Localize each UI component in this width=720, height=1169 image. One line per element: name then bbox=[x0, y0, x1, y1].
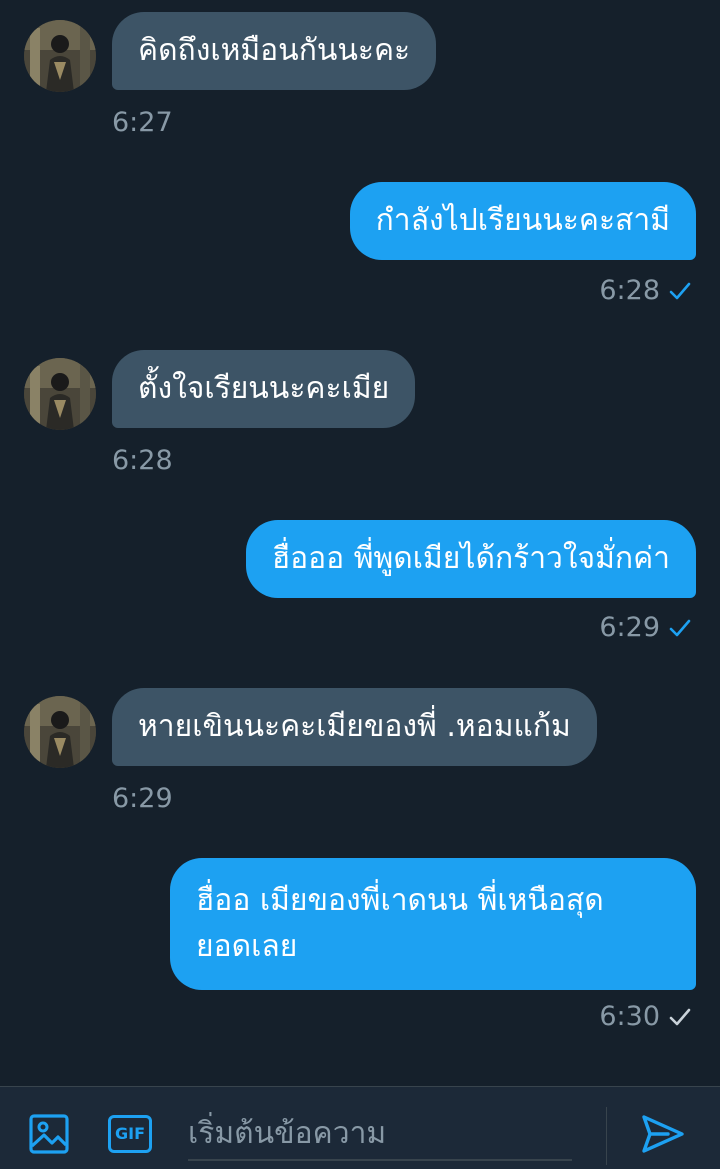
message-meta: 6:30 bbox=[599, 1000, 692, 1034]
gif-button[interactable]: GIF bbox=[108, 1115, 152, 1153]
message-timestamp: 6:27 bbox=[112, 107, 173, 138]
outgoing-message-bubble[interactable]: กำลังไปเรียนนะคะสามี bbox=[349, 182, 696, 260]
delivered-check-icon bbox=[669, 619, 691, 637]
message-text: ตั้งใจเรียนนะคะเมีย bbox=[138, 371, 390, 406]
incoming-message-bubble[interactable]: ตั้งใจเรียนนะคะเมีย bbox=[112, 350, 416, 428]
message-text-line: ยอดเลย bbox=[196, 929, 298, 964]
composer-divider bbox=[606, 1107, 607, 1165]
message-meta: 6:29 bbox=[599, 611, 692, 645]
outgoing-message-bubble[interactable]: ฮื่ออ เมียของพี่เาดนน พี่เหนือสุด ยอดเลย bbox=[170, 858, 696, 990]
message-thread[interactable]: คิดถึงเหมือนกันนะคะ 6:27 กำลังไปเรียนนะค… bbox=[0, 0, 720, 1086]
incoming-message-bubble[interactable]: คิดถึงเหมือนกันนะคะ bbox=[112, 12, 437, 90]
message-composer: GIF bbox=[0, 1086, 720, 1169]
message-text: หายเขินนะคะเมียของพี่ .หอมแก้ม bbox=[138, 709, 571, 744]
message-timestamp: 6:28 bbox=[112, 445, 173, 476]
image-icon bbox=[29, 1114, 69, 1154]
contact-avatar[interactable] bbox=[24, 696, 96, 768]
message-timestamp: 6:29 bbox=[112, 783, 173, 814]
message-input[interactable] bbox=[188, 1107, 572, 1161]
message-text: ฮื่อออ พี่พูดเมียได้กร้าวใจมั่กค่า bbox=[271, 541, 670, 576]
message-text: คิดถึงเหมือนกันนะคะ bbox=[138, 33, 411, 68]
message-text-line: ฮื่ออ เมียของพี่เาดนน พี่เหนือสุด bbox=[196, 883, 604, 918]
send-button[interactable] bbox=[640, 1113, 686, 1155]
send-icon bbox=[642, 1115, 684, 1153]
contact-avatar[interactable] bbox=[24, 20, 96, 92]
incoming-message-bubble[interactable]: หายเขินนะคะเมียของพี่ .หอมแก้ม bbox=[112, 688, 597, 766]
contact-avatar[interactable] bbox=[24, 358, 96, 430]
delivered-check-icon bbox=[669, 282, 691, 300]
message-timestamp: 6:30 bbox=[599, 1001, 660, 1032]
outgoing-message-bubble[interactable]: ฮื่อออ พี่พูดเมียได้กร้าวใจมั่กค่า bbox=[245, 520, 696, 598]
add-image-button[interactable] bbox=[28, 1113, 70, 1155]
message-timestamp: 6:29 bbox=[599, 612, 660, 643]
message-meta: 6:28 bbox=[599, 274, 692, 308]
message-text: กำลังไปเรียนนะคะสามี bbox=[375, 203, 670, 238]
sent-check-icon bbox=[669, 1008, 691, 1026]
message-timestamp: 6:28 bbox=[599, 275, 660, 306]
